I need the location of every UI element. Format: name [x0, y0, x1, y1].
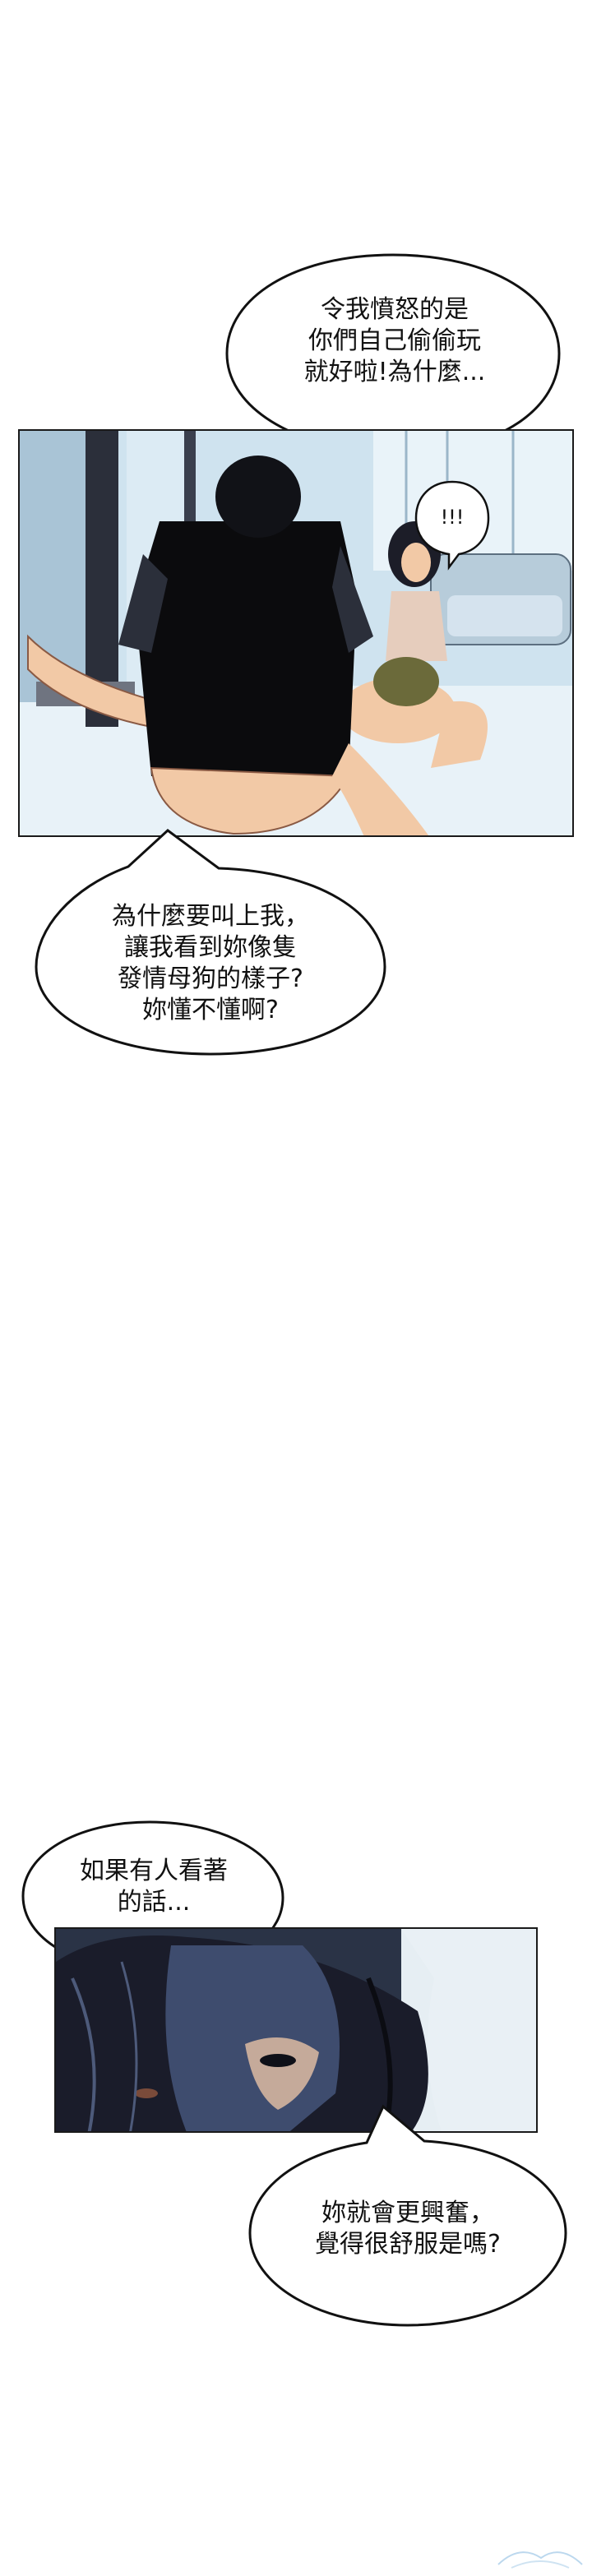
bubble-5-line-2: 覺得很舒服是嗎? — [315, 2230, 501, 2259]
speech-bubble-4-text: 如果有人看著 的話... — [43, 1842, 265, 1932]
corner-logo-icon — [497, 2551, 583, 2569]
bubble-1-line-3: 就好啦!為什麼... — [303, 358, 486, 386]
bubble-1-line-2: 你們自己偷偷玩 — [308, 326, 481, 355]
speech-bubble-2-text: !!! — [416, 497, 488, 538]
bubble-3-line-1: 為什麼要叫上我， — [112, 902, 309, 931]
speech-bubble-3-text: 為什麼要叫上我， 讓我看到妳像隻 發情母狗的樣子? 妳懂不懂啊? — [62, 890, 358, 1038]
bubble-4-line-1: 如果有人看著 — [80, 1857, 228, 1885]
comic-panel-1: !!! — [18, 429, 574, 837]
bubble-3-line-4: 妳懂不懂啊? — [142, 996, 279, 1024]
bubble-2-line-1: !!! — [440, 506, 465, 529]
bubble-3-line-2: 讓我看到妳像隻 — [124, 933, 297, 962]
speech-bubble-5-text: 妳就會更興奮， 覺得很舒服是嗎? — [268, 2167, 548, 2291]
bubble-5-line-1: 妳就會更興奮， — [321, 2199, 494, 2227]
bubble-4-line-2: 的話... — [117, 1888, 191, 1917]
bubble-3-line-3: 發情母狗的樣子? — [118, 964, 303, 993]
speech-bubble-1-text: 令我憤怒的是 你們自己偷偷玩 就好啦!為什麼... — [255, 280, 534, 403]
bubble-1-line-1: 令我憤怒的是 — [321, 295, 469, 324]
